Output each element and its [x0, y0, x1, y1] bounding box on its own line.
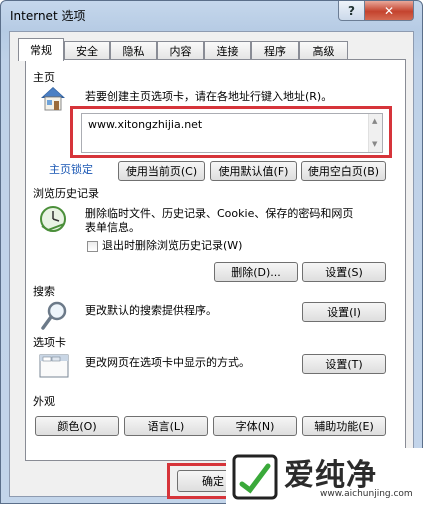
homepage-description: 若要创建主页选项卡，请在各地址行键入地址(R)。: [85, 90, 333, 103]
tabs-window-icon: [39, 354, 69, 378]
watermark: 爱纯净 www.aichunjing.com: [226, 448, 423, 505]
history-description-line2: 表单信息。: [85, 221, 140, 234]
internet-options-window: Internet 选项 ? ✕ 常规 安全 隐私 内容 连接 程序 高级 主页 …: [0, 0, 423, 505]
house-icon: [41, 87, 65, 111]
use-default-button[interactable]: 使用默认值(F): [210, 161, 297, 181]
delete-history-on-exit-checkbox[interactable]: [87, 241, 98, 252]
tabs-section-label: 选项卡: [33, 336, 66, 349]
use-blank-page-button[interactable]: 使用空白页(B): [301, 161, 386, 181]
fonts-button[interactable]: 字体(N): [213, 416, 297, 436]
general-tab-panel: 主页 若要创建主页选项卡，请在各地址行键入地址(R)。 www.xitongzh…: [1, 1, 423, 505]
history-clock-icon: [40, 206, 66, 232]
history-section-label: 浏览历史记录: [33, 187, 99, 200]
search-settings-button[interactable]: 设置(I): [302, 302, 386, 322]
history-settings-button[interactable]: 设置(S): [302, 262, 386, 282]
delete-history-button[interactable]: 删除(D)...: [214, 262, 298, 282]
search-description: 更改默认的搜索提供程序。: [85, 304, 217, 317]
url-highlight-box: [70, 106, 392, 158]
watermark-url: www.aichunjing.com: [320, 489, 413, 499]
use-current-page-button[interactable]: 使用当前页(C): [118, 161, 205, 181]
colors-button[interactable]: 颜色(O): [35, 416, 119, 436]
delete-history-on-exit-label: 退出时删除浏览历史记录(W): [102, 239, 243, 252]
languages-button[interactable]: 语言(L): [124, 416, 208, 436]
accessibility-button[interactable]: 辅助功能(E): [302, 416, 386, 436]
history-description-line1: 删除临时文件、历史记录、Cookie、保存的密码和网页: [85, 207, 354, 220]
tabs-settings-button[interactable]: 设置(T): [302, 354, 386, 374]
homepage-lock-link[interactable]: 主页锁定: [49, 163, 93, 177]
watermark-brand: 爱纯净: [284, 458, 377, 493]
appearance-section-label: 外观: [33, 395, 55, 408]
search-section-label: 搜索: [33, 285, 55, 298]
tabs-description: 更改网页在选项卡中显示的方式。: [85, 356, 250, 369]
tab-label: 常规: [30, 44, 52, 57]
magnifier-icon: [41, 301, 67, 330]
tab-general[interactable]: 常规: [18, 38, 64, 61]
brand-logo-icon: [232, 454, 278, 500]
